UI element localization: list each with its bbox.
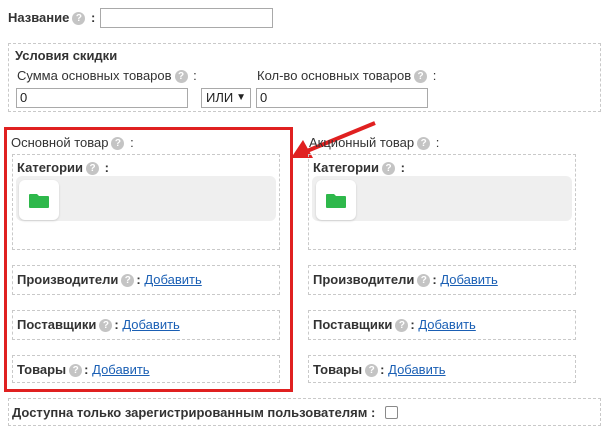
promo-products-label: Товары (313, 362, 363, 377)
promo-products-row: Товары?: Добавить (313, 362, 446, 377)
name-label: Название (8, 10, 70, 25)
help-icon[interactable]: ? (365, 364, 379, 377)
operator-select[interactable]: ИЛИ ▼ (201, 88, 251, 108)
operator-value: ИЛИ (206, 90, 234, 105)
registered-only-row: Доступна только зарегистрированным польз… (12, 405, 376, 420)
highlight-frame (4, 127, 293, 392)
name-input[interactable] (100, 8, 273, 28)
count-label-row: Кол-во основных товаров? : (257, 68, 437, 83)
help-icon[interactable]: ? (72, 12, 86, 25)
promo-manufacturers-row: Производители?: Добавить (313, 272, 498, 287)
help-icon[interactable]: ? (174, 70, 188, 83)
name-field-row: Название? : (8, 10, 96, 25)
folder-icon (326, 194, 346, 208)
sum-input[interactable]: 0 (16, 88, 188, 108)
sum-label-row: Сумма основных товаров? : (17, 68, 197, 83)
chevron-down-icon: ▼ (236, 92, 246, 103)
registered-only-checkbox[interactable] (385, 406, 398, 419)
promo-manufacturers-add-link[interactable]: Добавить (440, 272, 497, 287)
help-icon[interactable]: ? (395, 319, 409, 332)
count-label: Кол-во основных товаров (257, 68, 412, 83)
sum-label: Сумма основных товаров (17, 68, 172, 83)
promo-products-add-link[interactable]: Добавить (388, 362, 445, 377)
promo-categories-label: Категории (313, 160, 380, 175)
registered-only-label: Доступна только зарегистрированным польз… (12, 405, 368, 420)
help-icon[interactable]: ? (382, 162, 396, 175)
promo-product-title: Акционный товар (309, 135, 415, 150)
promo-folder-button[interactable] (316, 180, 356, 220)
discount-title: Условия скидки (15, 48, 118, 63)
help-icon[interactable]: ? (417, 137, 431, 150)
count-input[interactable]: 0 (256, 88, 428, 108)
help-icon[interactable]: ? (417, 274, 431, 287)
promo-suppliers-row: Поставщики?: Добавить (313, 317, 476, 332)
promo-categories-label-row: Категории? : (313, 160, 405, 175)
help-icon[interactable]: ? (414, 70, 428, 83)
promo-suppliers-add-link[interactable]: Добавить (418, 317, 475, 332)
promo-manufacturers-label: Производители (313, 272, 415, 287)
promo-product-title-row: Акционный товар? : (309, 135, 440, 150)
promo-suppliers-label: Поставщики (313, 317, 393, 332)
